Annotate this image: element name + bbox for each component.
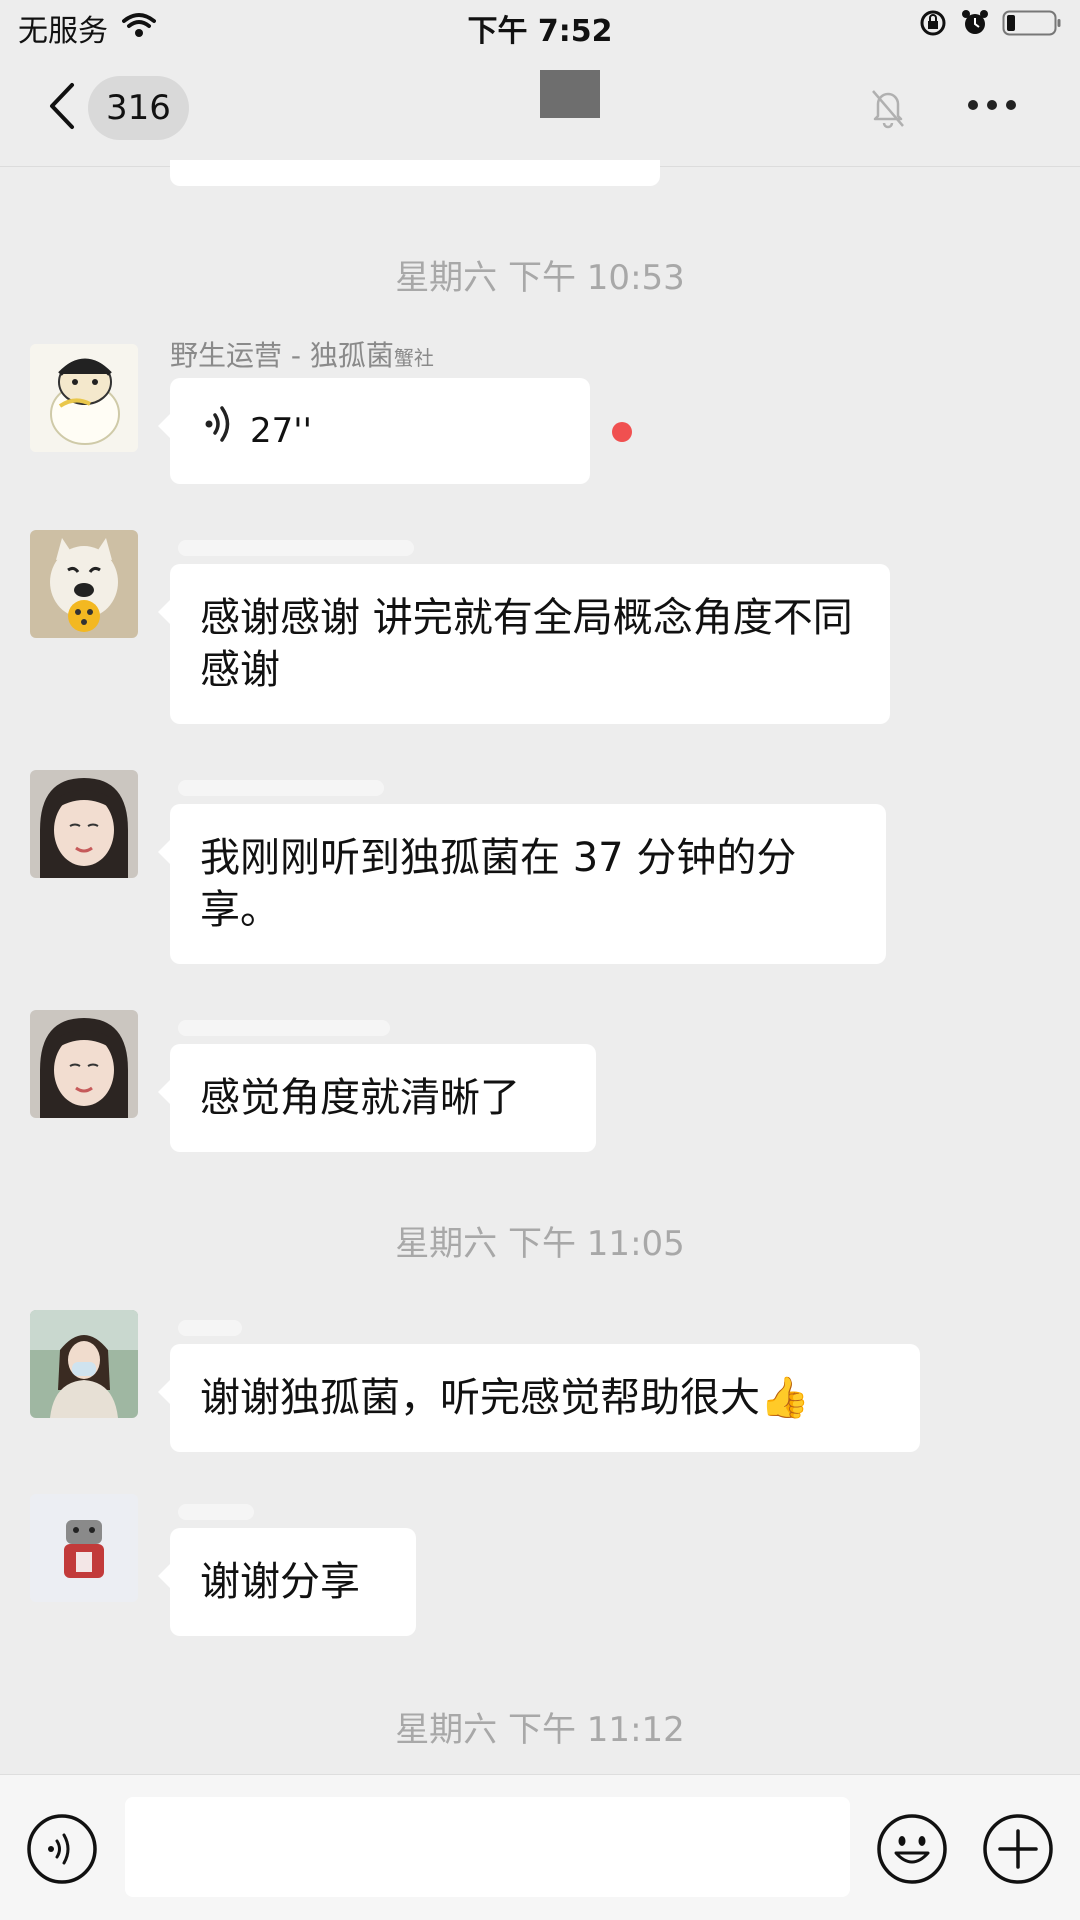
- unread-count-badge: 316: [88, 76, 189, 140]
- input-bar: [0, 1774, 1080, 1920]
- battery-icon: [1002, 9, 1062, 41]
- voice-wave-icon: [204, 404, 234, 457]
- back-button[interactable]: 316: [46, 76, 189, 140]
- avatar[interactable]: [30, 1010, 138, 1118]
- unread-voice-dot: [612, 422, 632, 442]
- timestamp-2: 星期六 下午 11:05: [395, 1224, 685, 1264]
- status-right: [918, 8, 1062, 42]
- avatar[interactable]: [30, 344, 138, 452]
- message-bubble[interactable]: 谢谢分享: [158, 1528, 416, 1636]
- timestamp-3: 星期六 下午 11:12: [395, 1710, 685, 1750]
- message-bubble[interactable]: 我刚刚听到独孤菌在 37 分钟的分享。: [158, 804, 886, 964]
- more-menu-icon[interactable]: [968, 100, 1016, 110]
- message-bubble[interactable]: 感谢感谢 讲完就有全局概念角度不同 感谢: [158, 564, 890, 724]
- voice-input-icon[interactable]: [26, 1813, 98, 1889]
- message-bubble[interactable]: 感觉角度就清晰了: [158, 1044, 596, 1152]
- avatar[interactable]: [30, 1494, 138, 1602]
- nickname-redacted: [178, 540, 414, 556]
- nickname-redacted: [178, 1320, 242, 1336]
- nav-bar: 316: [0, 56, 1080, 167]
- message-input[interactable]: [125, 1797, 850, 1897]
- emoji-icon[interactable]: [876, 1813, 948, 1889]
- alarm-icon: [960, 8, 990, 42]
- voice-message: 27'': [204, 404, 556, 457]
- avatar[interactable]: [30, 770, 138, 878]
- rotation-lock-icon: [918, 8, 948, 42]
- chat-title-redacted: [540, 70, 600, 118]
- nickname-redacted: [178, 1504, 254, 1520]
- nickname-redacted: [178, 1020, 390, 1036]
- previous-message-bubble: [170, 160, 660, 186]
- avatar[interactable]: [30, 530, 138, 638]
- voice-duration: 27'': [250, 410, 312, 451]
- status-bar: 无服务 下午 7:52: [0, 0, 1080, 56]
- timestamp-1: 星期六 下午 10:53: [395, 258, 685, 298]
- mute-bell-icon: [868, 86, 908, 134]
- voice-message-bubble[interactable]: 27'': [158, 378, 590, 484]
- nickname-redacted: [178, 780, 384, 796]
- avatar[interactable]: [30, 1310, 138, 1418]
- plus-icon[interactable]: [982, 1813, 1054, 1889]
- chat-screen: 无服务 下午 7:52 316 星期六 下午 10:53 野生运营 - 独孤菌蟹…: [0, 0, 1080, 1920]
- nickname-badge: 蟹社: [393, 346, 434, 370]
- chevron-left-icon: [46, 81, 76, 135]
- message-bubble[interactable]: 谢谢独孤菌，听完感觉帮助很大👍: [158, 1344, 920, 1452]
- sender-nickname: 野生运营 - 独孤菌蟹社: [170, 339, 434, 372]
